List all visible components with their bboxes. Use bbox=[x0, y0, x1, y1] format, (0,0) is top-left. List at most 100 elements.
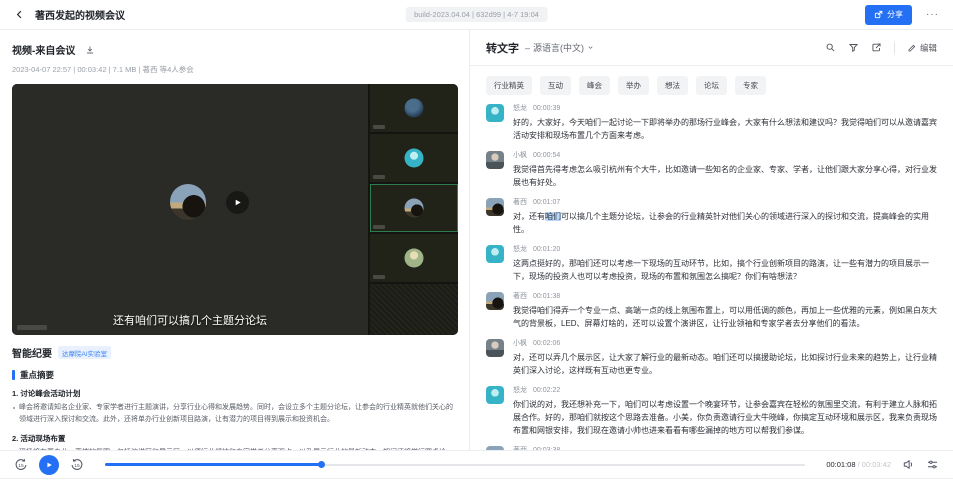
divider bbox=[894, 42, 895, 54]
pencil-icon bbox=[907, 43, 917, 53]
message-text[interactable]: 对，还可以弄几个展示区，让大家了解行业的最新动态。咱们还可以搞援助论坛，比如探讨… bbox=[513, 351, 937, 377]
video-subtitle: 还有咱们可以搞几个主题分论坛 bbox=[12, 312, 368, 328]
video-stage: 还有咱们可以搞几个主题分论坛 bbox=[12, 84, 368, 335]
export-icon bbox=[871, 42, 882, 53]
share-button[interactable]: 分享 bbox=[865, 5, 912, 25]
message-text[interactable]: 我觉得首先得考虑怎么吸引杭州有个大牛，比如邀请一些知名的企业家、专家、学者，让他… bbox=[513, 163, 937, 189]
participant-tile[interactable] bbox=[370, 84, 458, 132]
avatar bbox=[486, 198, 504, 216]
keyword-chip[interactable]: 峰会 bbox=[579, 76, 610, 95]
participant-tile[interactable] bbox=[370, 234, 458, 282]
speaker-name[interactable]: 著西 bbox=[513, 291, 527, 301]
edit-label: 编辑 bbox=[920, 42, 937, 54]
volume-button[interactable] bbox=[902, 458, 915, 471]
current-time: 00:01:08 bbox=[826, 460, 855, 469]
dash: – bbox=[525, 43, 530, 53]
video-player[interactable]: 还有咱们可以搞几个主题分论坛 bbox=[12, 84, 458, 335]
rewind-15-icon: 15 bbox=[14, 458, 28, 472]
message-time[interactable]: 00:01:20 bbox=[533, 246, 560, 253]
keyword-chip[interactable]: 专家 bbox=[735, 76, 766, 95]
message-text[interactable]: 这两点挺好的，那咱们还可以考虑一下现场的互动环节，比如，搞个行业创新项目的路演，… bbox=[513, 257, 937, 283]
svg-text:15: 15 bbox=[74, 463, 80, 469]
forward-15-button[interactable]: 15 bbox=[70, 458, 84, 472]
play-button[interactable] bbox=[39, 455, 59, 475]
forward-15-icon: 15 bbox=[70, 458, 84, 472]
video-play-overlay-button[interactable] bbox=[226, 191, 249, 214]
avatar bbox=[486, 292, 504, 310]
avatar bbox=[486, 339, 504, 357]
transcript-message: 著西 00:01:07 对，还有咱们可以搞几个主题分论坛，让参会的行业精英针对他们… bbox=[486, 197, 937, 236]
progress-fill bbox=[105, 463, 322, 466]
transcript-message: 怒龙 00:00:39 好的，大家好，今天咱们一起讨论一下即将举办的那场行业峰会，… bbox=[486, 103, 937, 142]
participant-tile-active[interactable] bbox=[370, 184, 458, 232]
speaker-name[interactable]: 著西 bbox=[513, 197, 527, 207]
speaker-name[interactable]: 怒龙 bbox=[513, 244, 527, 254]
keyword-chip[interactable]: 论坛 bbox=[696, 76, 727, 95]
transcript-message: 怒龙 00:02:22 你们说的对，我还想补充一下，咱们可以考虑设置一个晚宴环节，… bbox=[486, 385, 937, 437]
speaker-name[interactable]: 著西 bbox=[513, 445, 527, 450]
participant-name-label bbox=[373, 225, 385, 229]
message-text[interactable]: 你们说的对，我还想补充一下，咱们可以考虑设置一个晚宴环节，让参会嘉宾在轻松的氛围… bbox=[513, 398, 937, 437]
participant-tile[interactable] bbox=[370, 134, 458, 182]
participant-avatar bbox=[405, 149, 424, 168]
message-text[interactable]: 我觉得咱们得弄一个专业一点、高端一点的线上氛围布置上，可以用低调的颜色，再加上一… bbox=[513, 304, 937, 330]
play-icon bbox=[45, 461, 53, 469]
time-display: 00:01:08 / 00:03:42 bbox=[826, 460, 891, 469]
keyword-chip[interactable]: 行业精英 bbox=[486, 76, 532, 95]
filter-button[interactable] bbox=[848, 42, 859, 53]
summary-title: 智能纪要 bbox=[12, 345, 52, 360]
progress-bar[interactable] bbox=[105, 461, 805, 469]
chevron-left-icon bbox=[14, 9, 25, 20]
tune-icon bbox=[926, 458, 939, 471]
participant-avatar bbox=[405, 249, 424, 268]
edit-button[interactable]: 编辑 bbox=[907, 42, 937, 54]
transcript-list[interactable]: 怒龙 00:00:39 好的，大家好，今天咱们一起讨论一下即将举办的那场行业峰会，… bbox=[470, 99, 953, 450]
svg-text:15: 15 bbox=[18, 463, 24, 469]
back-button[interactable] bbox=[14, 9, 25, 20]
download-icon[interactable] bbox=[85, 45, 95, 55]
message-time[interactable]: 00:01:38 bbox=[533, 293, 560, 300]
progress-handle[interactable] bbox=[318, 461, 325, 468]
export-button[interactable] bbox=[871, 42, 882, 53]
message-time[interactable]: 00:00:54 bbox=[533, 152, 560, 159]
keyword-chip[interactable]: 互动 bbox=[540, 76, 571, 95]
avatar bbox=[486, 245, 504, 263]
play-icon bbox=[233, 198, 242, 207]
message-text[interactable]: 好的，大家好，今天咱们一起讨论一下即将举办的那场行业峰会，大家有什么想法和建议吗… bbox=[513, 116, 937, 142]
speaker-name[interactable]: 怒龙 bbox=[513, 103, 527, 113]
transcript-panel: 转文字 – 源语言(中文) 编辑 bbox=[470, 30, 953, 450]
transcript-message: 小枫 00:02:06 对，还可以弄几个展示区，让大家了解行业的最新动态。咱们还可… bbox=[486, 338, 937, 377]
more-button[interactable]: ··· bbox=[926, 9, 939, 20]
video-panel-title: 视频-来自会议 bbox=[12, 42, 75, 57]
speaker-avatar bbox=[170, 184, 206, 220]
message-text[interactable]: 对，还有咱们可以搞几个主题分论坛，让参会的行业精英针对他们关心的领域进行深入的探… bbox=[513, 210, 937, 236]
playback-settings-button[interactable] bbox=[926, 458, 939, 471]
message-time[interactable]: 00:02:22 bbox=[533, 387, 560, 394]
message-text-pre: 对，还有 bbox=[513, 212, 545, 221]
search-button[interactable] bbox=[825, 42, 836, 53]
summary-item-body: 峰会将邀请知名企业家、专家学者进行主题演讲，分享行业心得和发展趋势。同时，会设立… bbox=[19, 402, 457, 426]
summary-item-heading: 2. 活动现场布置 bbox=[12, 433, 457, 444]
message-time[interactable]: 00:01:07 bbox=[533, 199, 560, 206]
keyword-chip[interactable]: 想法 bbox=[657, 76, 688, 95]
transcript-message: 怒龙 00:01:20 这两点挺好的，那咱们还可以考虑一下现场的互动环节，比如，搞… bbox=[486, 244, 937, 283]
message-time[interactable]: 00:00:39 bbox=[533, 105, 560, 112]
keyword-chips: 行业精英 互动 峰会 举办 想法 论坛 专家 bbox=[470, 66, 953, 99]
speaker-name[interactable]: 小枫 bbox=[513, 150, 527, 160]
rewind-15-button[interactable]: 15 bbox=[14, 458, 28, 472]
participant-avatar bbox=[405, 99, 424, 118]
section-accent-bar bbox=[12, 370, 15, 380]
message-time[interactable]: 00:02:06 bbox=[533, 340, 560, 347]
transcript-message: 著西 00:01:38 我觉得咱们得弄一个专业一点、高端一点的线上氛围布置上，可以… bbox=[486, 291, 937, 330]
transcript-title: 转文字 bbox=[486, 40, 519, 56]
transcript-message: 著西00:03:38 好了，结束，今晚先这样。 bbox=[486, 445, 937, 450]
speaker-name[interactable]: 怒龙 bbox=[513, 385, 527, 395]
playback-highlight-word: 咱们 bbox=[545, 212, 561, 221]
message-time[interactable]: 00:03:38 bbox=[533, 447, 560, 450]
summary-item: 1. 讨论峰会活动计划 峰会将邀请知名企业家、专家学者进行主题演讲，分享行业心得… bbox=[12, 388, 457, 426]
avatar bbox=[486, 151, 504, 169]
keyword-chip[interactable]: 举办 bbox=[618, 76, 649, 95]
language-selector[interactable]: – 源语言(中文) bbox=[525, 41, 594, 54]
speaker-name[interactable]: 小枫 bbox=[513, 338, 527, 348]
video-meta: 2023-04-07 22:57 | 00:03:42 | 7.1 MB | 著… bbox=[12, 64, 457, 75]
